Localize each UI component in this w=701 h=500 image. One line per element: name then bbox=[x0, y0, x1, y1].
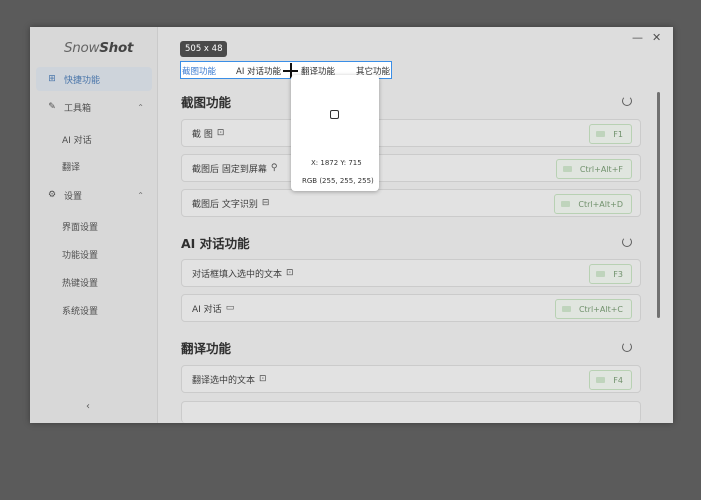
sidebar-item-label: 快捷功能 bbox=[64, 75, 101, 86]
pixel-preview bbox=[330, 110, 339, 119]
chat-icon: ▭ bbox=[225, 303, 235, 313]
app-logo: SnowShot bbox=[64, 40, 134, 56]
chevron-up-icon: ⌃ bbox=[137, 190, 144, 200]
keyboard-icon bbox=[562, 166, 572, 172]
screenshot-icon: ⊡ bbox=[216, 128, 225, 138]
sidebar-item-system-settings[interactable]: 系统设置 bbox=[62, 304, 98, 317]
hotkey-badge[interactable]: Ctrl+Alt+F bbox=[555, 159, 632, 179]
selection-size-label: 505 x 48 bbox=[180, 41, 228, 57]
reset-icon[interactable] bbox=[622, 237, 632, 247]
shortcut-row[interactable]: 对话框填入选中的文本 ⊡ F3 bbox=[181, 259, 641, 287]
shortcut-row[interactable]: 截图后 文字识别 ⊟ Ctrl+Alt+D bbox=[181, 189, 641, 217]
sidebar-item-hotkey-settings[interactable]: 热键设置 bbox=[62, 276, 98, 289]
wrench-icon: ✎ bbox=[48, 102, 56, 112]
scrollbar[interactable] bbox=[657, 92, 660, 318]
pin-icon: ⚲ bbox=[270, 163, 278, 173]
tab-screenshot: 截图功能 bbox=[182, 67, 217, 77]
shortcut-row[interactable]: 截 图 ⊡ F1 bbox=[181, 119, 641, 147]
collapse-sidebar-button[interactable]: ‹ bbox=[86, 401, 90, 412]
pixel-rgb: RGB (255, 255, 255) bbox=[302, 177, 374, 185]
keyboard-icon bbox=[596, 131, 606, 137]
reset-icon[interactable] bbox=[622, 96, 632, 106]
sidebar-item-ai-chat[interactable]: AI 对话 bbox=[62, 133, 92, 146]
shortcut-row bbox=[181, 401, 641, 423]
sidebar-item-label: 设置 bbox=[64, 191, 83, 202]
hotkey-badge[interactable]: Ctrl+Alt+C bbox=[554, 299, 632, 319]
shortcut-row[interactable]: 截图后 固定到屏幕 ⚲ Ctrl+Alt+F bbox=[181, 154, 641, 182]
chevron-up-icon: ⌃ bbox=[137, 102, 144, 112]
sidebar-item-function-settings[interactable]: 功能设置 bbox=[62, 248, 98, 261]
hotkey-badge[interactable]: F1 bbox=[589, 124, 632, 144]
sidebar-item-settings[interactable]: ⚙ 设置 ⌃ bbox=[36, 183, 152, 207]
sidebar-item-interface-settings[interactable]: 界面设置 bbox=[62, 220, 98, 233]
ocr-icon: ⊟ bbox=[261, 198, 270, 208]
section-title: AI 对话功能 bbox=[181, 236, 250, 251]
sidebar: SnowShot ⊞ 快捷功能 ✎ 工具箱 ⌃ AI 对话 翻译 ⚙ 设置 ⌃ … bbox=[30, 27, 158, 423]
keyboard-icon bbox=[561, 201, 571, 207]
shortcut-row[interactable]: 翻译选中的文本 ⊡ F4 bbox=[181, 365, 641, 393]
main-content: 截图功能 截 图 ⊡ F1 截图后 固定到屏幕 ⚲ Ctrl+Alt+F 截图后… bbox=[167, 27, 673, 423]
gear-icon: ⚙ bbox=[47, 190, 57, 200]
sidebar-item-label: 工具箱 bbox=[64, 103, 92, 114]
reset-icon[interactable] bbox=[622, 342, 632, 352]
sidebar-item-translate[interactable]: 翻译 bbox=[62, 160, 80, 173]
tab-ai-chat: AI 对话功能 bbox=[236, 67, 282, 77]
section-title: 截图功能 bbox=[181, 95, 232, 110]
hotkey-badge[interactable]: F4 bbox=[589, 370, 632, 390]
hotkey-badge[interactable]: Ctrl+Alt+D bbox=[554, 194, 632, 214]
sidebar-item-toolbox[interactable]: ✎ 工具箱 ⌃ bbox=[36, 95, 152, 119]
grid-icon: ⊞ bbox=[48, 74, 56, 84]
select-text-icon: ⊡ bbox=[286, 268, 294, 278]
keyboard-icon bbox=[561, 306, 571, 312]
hotkey-badge[interactable]: F3 bbox=[589, 264, 632, 284]
select-text-icon: ⊡ bbox=[259, 374, 267, 384]
sidebar-item-quick-functions[interactable]: ⊞ 快捷功能 bbox=[36, 67, 152, 91]
cursor-coordinates: X: 1872 Y: 715 bbox=[311, 159, 362, 167]
section-title: 翻译功能 bbox=[181, 341, 232, 356]
keyboard-icon bbox=[596, 271, 606, 277]
keyboard-icon bbox=[596, 377, 606, 383]
shortcut-row[interactable]: AI 对话 ▭ Ctrl+Alt+C bbox=[181, 294, 641, 322]
magnifier-panel: X: 1872 Y: 715 RGB (255, 255, 255) bbox=[291, 75, 379, 191]
